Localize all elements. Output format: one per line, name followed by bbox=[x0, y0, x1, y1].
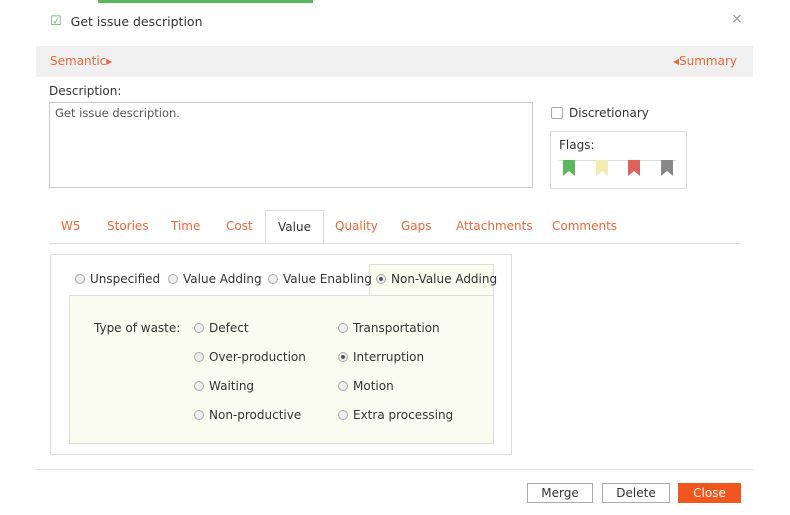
tab-stories[interactable]: Stories bbox=[107, 210, 149, 243]
yellow-flag-icon[interactable] bbox=[596, 160, 608, 176]
radio-label: Over-production bbox=[209, 350, 306, 364]
radio-selected-icon bbox=[376, 274, 386, 284]
radio-icon bbox=[75, 274, 85, 284]
checkbox-checked-icon: ☑ bbox=[50, 14, 62, 29]
radio-label: Non-Value Adding bbox=[391, 272, 498, 286]
tab-time[interactable]: Time bbox=[171, 210, 200, 243]
radio-selected-icon bbox=[338, 352, 348, 362]
radio-label: Value Adding bbox=[183, 272, 262, 286]
gray-flag-icon[interactable] bbox=[661, 160, 673, 176]
summary-toggle[interactable]: ◂Summary bbox=[673, 54, 737, 68]
waste-type-label: Type of waste: bbox=[94, 321, 181, 335]
radio-icon bbox=[168, 274, 178, 284]
radio-waiting[interactable]: Waiting bbox=[194, 379, 254, 393]
discretionary-checkbox[interactable]: Discretionary bbox=[551, 106, 649, 120]
radio-unspecified[interactable]: Unspecified bbox=[75, 272, 160, 286]
checkbox-icon bbox=[551, 107, 563, 119]
description-textarea[interactable]: Get issue description. bbox=[49, 102, 533, 188]
radio-extra-processing[interactable]: Extra processing bbox=[338, 408, 453, 422]
flags-line bbox=[559, 160, 676, 161]
delete-button[interactable]: Delete bbox=[602, 483, 670, 503]
semantic-bar: Semantic▸ ◂Summary bbox=[36, 46, 753, 77]
footer-divider bbox=[36, 469, 753, 470]
tab-quality[interactable]: Quality bbox=[335, 210, 378, 243]
radio-motion[interactable]: Motion bbox=[338, 379, 394, 393]
radio-value-enabling[interactable]: Value Enabling bbox=[268, 272, 372, 286]
radio-icon bbox=[268, 274, 278, 284]
semantic-toggle[interactable]: Semantic▸ bbox=[50, 54, 112, 68]
tab-bar: W5 Stories Time Cost Value Quality Gaps … bbox=[49, 210, 741, 244]
tab-cost[interactable]: Cost bbox=[226, 210, 253, 243]
semantic-label: Semantic bbox=[50, 54, 107, 68]
radio-icon bbox=[194, 352, 204, 362]
progress-strip bbox=[98, 0, 313, 3]
dialog-title-text: Get issue description bbox=[70, 14, 203, 29]
radio-label: Unspecified bbox=[90, 272, 161, 286]
discretionary-label: Discretionary bbox=[569, 106, 649, 120]
flags-box: Flags: bbox=[550, 131, 687, 189]
radio-non-productive[interactable]: Non-productive bbox=[194, 408, 301, 422]
summary-label: Summary bbox=[679, 54, 737, 68]
radio-icon bbox=[338, 410, 348, 420]
radio-label: Motion bbox=[353, 379, 394, 393]
radio-interruption[interactable]: Interruption bbox=[338, 350, 424, 364]
close-icon[interactable]: × bbox=[731, 11, 743, 27]
radio-label: Non-productive bbox=[209, 408, 302, 422]
radio-icon bbox=[194, 381, 204, 391]
tab-w5[interactable]: W5 bbox=[61, 210, 81, 243]
radio-non-value-adding[interactable]: Non-Value Adding bbox=[376, 272, 497, 286]
radio-icon bbox=[194, 410, 204, 420]
radio-transportation[interactable]: Transportation bbox=[338, 321, 440, 335]
description-label: Description: bbox=[49, 84, 122, 98]
radio-value-adding[interactable]: Value Adding bbox=[168, 272, 262, 286]
tab-attachments[interactable]: Attachments bbox=[456, 210, 533, 243]
radio-label: Waiting bbox=[209, 379, 255, 393]
dialog-title: ☑ Get issue description bbox=[50, 14, 203, 29]
flags-label: Flags: bbox=[559, 138, 595, 152]
radio-over-production[interactable]: Over-production bbox=[194, 350, 306, 364]
radio-defect[interactable]: Defect bbox=[194, 321, 249, 335]
tab-gaps[interactable]: Gaps bbox=[401, 210, 432, 243]
green-flag-icon[interactable] bbox=[563, 160, 575, 176]
radio-icon bbox=[194, 323, 204, 333]
merge-button[interactable]: Merge bbox=[527, 483, 593, 503]
radio-icon bbox=[338, 381, 348, 391]
caret-right-icon: ▸ bbox=[106, 54, 113, 68]
tab-value[interactable]: Value bbox=[265, 210, 324, 243]
tab-comments[interactable]: Comments bbox=[552, 210, 617, 243]
red-flag-icon[interactable] bbox=[628, 160, 640, 176]
radio-label: Interruption bbox=[353, 350, 425, 364]
radio-label: Transportation bbox=[353, 321, 440, 335]
close-button[interactable]: Close bbox=[678, 483, 741, 503]
radio-icon bbox=[338, 323, 348, 333]
radio-label: Extra processing bbox=[353, 408, 454, 422]
radio-label: Value Enabling bbox=[283, 272, 372, 286]
radio-label: Defect bbox=[209, 321, 249, 335]
